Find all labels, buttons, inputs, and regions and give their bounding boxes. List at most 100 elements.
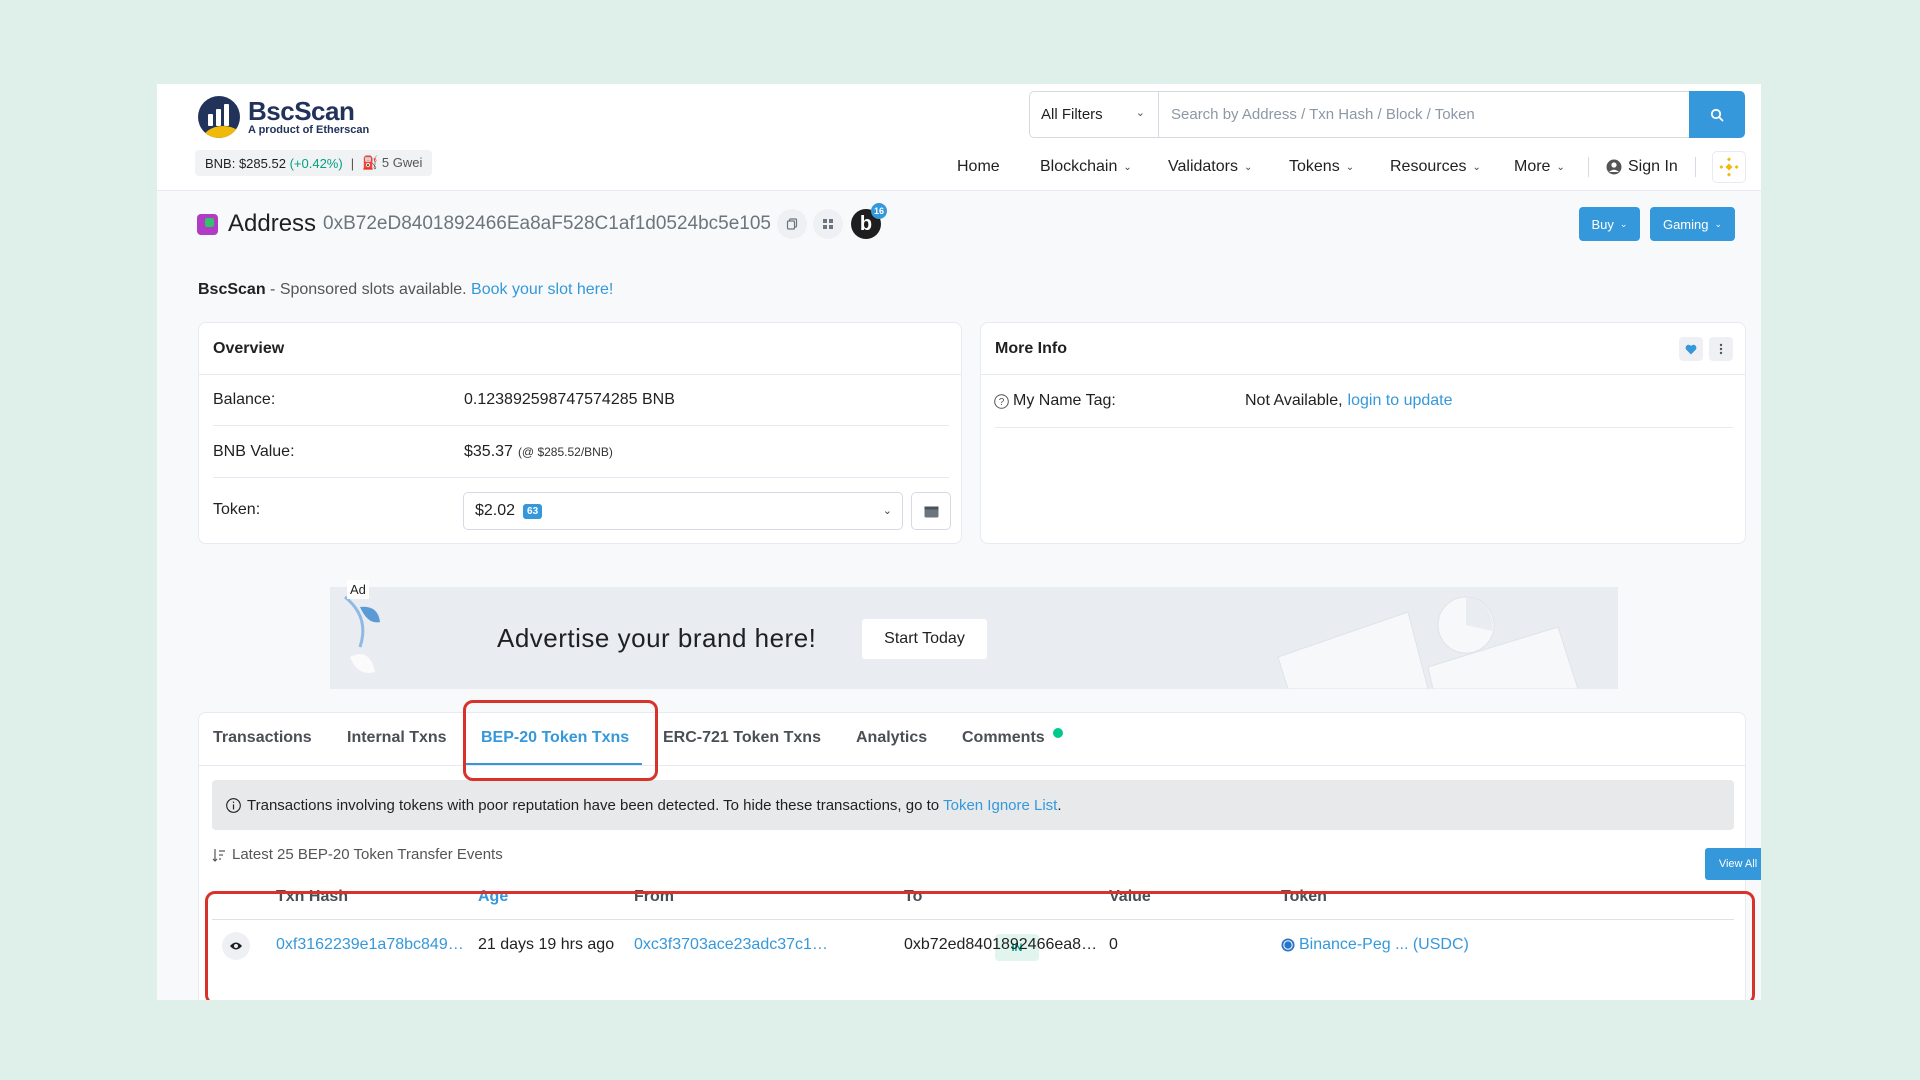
gas-pump-icon: ⛽ bbox=[362, 155, 379, 170]
price-separator: | bbox=[350, 155, 355, 171]
nav-tokens[interactable]: Tokens ⌄ bbox=[1289, 152, 1354, 182]
bnb-price-change: (+0.42%) bbox=[289, 155, 343, 171]
bscscan-logo-icon bbox=[198, 96, 240, 138]
chevron-down-icon: ⌄ bbox=[1714, 218, 1723, 229]
token-value: $2.02 bbox=[475, 502, 516, 519]
nav-validators[interactable]: Validators ⌄ bbox=[1168, 152, 1252, 182]
more-options-button[interactable] bbox=[1709, 337, 1733, 361]
tab-comments[interactable]: Comments bbox=[962, 729, 1045, 747]
ad-leaf-graphic bbox=[344, 595, 380, 673]
tab-transactions[interactable]: Transactions bbox=[213, 729, 312, 747]
tab-internal-txns[interactable]: Internal Txns bbox=[347, 729, 447, 747]
bscscan-logo[interactable]: BscScan A product of Etherscan bbox=[198, 96, 369, 138]
nav-blockchain[interactable]: Blockchain ⌄ bbox=[1040, 152, 1132, 182]
nav-resources[interactable]: Resources ⌄ bbox=[1390, 152, 1481, 182]
logo-tagline: A product of Etherscan bbox=[248, 123, 370, 136]
more-info-card: More Info ? My Name Tag: Not Available, bbox=[980, 322, 1746, 544]
bnb-value-row: BNB Value: $35.37 (@ $285.52/BNB) bbox=[213, 443, 613, 461]
tab-erc721-token-txns[interactable]: ERC-721 Token Txns bbox=[663, 729, 821, 747]
nav-validators-label: Validators bbox=[1168, 158, 1238, 175]
price-bar: BNB: $285.52 (+0.42%) | ⛽ 5 Gwei bbox=[195, 150, 433, 176]
chevron-down-icon: ⌄ bbox=[882, 505, 892, 517]
blockscan-letter: b bbox=[859, 212, 873, 235]
gas-price[interactable]: ⛽ 5 Gwei bbox=[362, 155, 422, 171]
tab-analytics[interactable]: Analytics bbox=[856, 729, 927, 747]
sponsored-text: - Sponsored slots available. bbox=[265, 281, 472, 298]
gaming-label: Gaming bbox=[1662, 216, 1709, 232]
divider bbox=[213, 477, 949, 478]
copy-address-button[interactable] bbox=[777, 209, 807, 239]
heart-icon bbox=[1685, 344, 1697, 354]
nav-more-label: More bbox=[1514, 158, 1551, 175]
bnb-value-amount: $35.37 bbox=[464, 443, 513, 460]
message-count-badge: 16 bbox=[871, 203, 887, 219]
qr-code-button[interactable] bbox=[813, 209, 843, 239]
info-circle-icon bbox=[226, 797, 241, 813]
chevron-down-icon: ⌄ bbox=[1135, 107, 1145, 119]
search-input[interactable]: Search by Address / Txn Hash / Block / T… bbox=[1158, 91, 1690, 138]
sort-list-icon bbox=[212, 848, 225, 862]
address-hash: 0xB72eD8401892466Ea8aF528C1af1d0524bc5e1… bbox=[323, 213, 771, 234]
address-tabs: Transactions Internal Txns BEP-20 Token … bbox=[199, 713, 1745, 766]
divider bbox=[995, 427, 1733, 428]
nav-home[interactable]: Home bbox=[957, 152, 1000, 182]
buy-button[interactable]: Buy ⌄ bbox=[1579, 207, 1640, 241]
bnb-logo-icon bbox=[1719, 157, 1739, 177]
ad-illustration bbox=[1277, 596, 1579, 689]
chevron-down-icon: ⌄ bbox=[1123, 161, 1132, 173]
divider bbox=[213, 425, 949, 426]
nav-divider bbox=[1588, 157, 1589, 177]
token-ignore-list-link[interactable]: Token Ignore List bbox=[943, 797, 1057, 814]
comments-status-dot bbox=[1053, 728, 1063, 738]
gaming-button[interactable]: Gaming ⌄ bbox=[1650, 207, 1735, 241]
bnb-value-label: BNB Value: bbox=[213, 443, 295, 460]
sponsored-brand: BscScan bbox=[198, 281, 266, 298]
login-to-update-link[interactable]: login to update bbox=[1348, 392, 1453, 410]
blockscan-chat-button[interactable]: b 16 bbox=[851, 203, 887, 239]
sign-in-link[interactable]: Sign In bbox=[1606, 152, 1678, 182]
bnb-network-button[interactable] bbox=[1712, 151, 1746, 183]
table-caption: Latest 25 BEP-20 Token Transfer Events bbox=[212, 846, 503, 863]
nav-more[interactable]: More ⌄ bbox=[1514, 152, 1565, 182]
question-circle-icon: ? bbox=[994, 393, 1009, 409]
alert-text: Transactions involving tokens with poor … bbox=[247, 796, 940, 814]
search-button[interactable] bbox=[1689, 91, 1745, 138]
sign-in-label: Sign In bbox=[1628, 158, 1678, 175]
nav-home-label: Home bbox=[957, 158, 1000, 175]
search-icon bbox=[1710, 108, 1724, 121]
chevron-down-icon: ⌄ bbox=[1472, 161, 1481, 173]
balance-value: 0.123892598747574285 BNB bbox=[464, 391, 675, 408]
kebab-menu-icon bbox=[1719, 343, 1723, 355]
balance-label: Balance: bbox=[213, 391, 276, 408]
ad-banner[interactable]: Advertise your brand here! Start Today bbox=[330, 587, 1618, 689]
gas-price-value: 5 Gwei bbox=[381, 155, 423, 170]
token-wallet-button[interactable] bbox=[911, 492, 951, 530]
book-slot-link[interactable]: Book your slot here! bbox=[471, 281, 613, 298]
nav-divider bbox=[1695, 157, 1696, 177]
user-circle-icon bbox=[1606, 159, 1622, 175]
search-filter-label: All Filters bbox=[1041, 106, 1103, 123]
token-holdings-dropdown[interactable]: $2.02 63 ⌄ bbox=[463, 492, 903, 530]
name-tag-value: Not Available, bbox=[1245, 392, 1343, 409]
token-count-badge: 63 bbox=[523, 503, 543, 519]
highlight-transfer-table bbox=[205, 891, 1755, 1000]
alert-end: . bbox=[1057, 796, 1062, 814]
bscscan-page: BscScan A product of Etherscan BNB: $285… bbox=[157, 84, 1761, 1000]
search-filter-select[interactable]: All Filters ⌄ bbox=[1029, 91, 1159, 138]
ad-headline: Advertise your brand here! bbox=[497, 623, 817, 653]
more-info-title: More Info bbox=[981, 323, 1745, 375]
sponsored-notice: BscScan - Sponsored slots available. Boo… bbox=[198, 281, 613, 299]
nav-resources-label: Resources bbox=[1390, 158, 1467, 175]
svg-text:?: ? bbox=[999, 397, 1005, 408]
ad-start-today-button[interactable]: Start Today bbox=[862, 619, 987, 659]
copy-icon bbox=[786, 218, 798, 230]
bnb-price[interactable]: BNB: $285.52 bbox=[205, 156, 286, 171]
wallet-icon bbox=[924, 506, 938, 517]
nav-blockchain-label: Blockchain bbox=[1040, 158, 1118, 175]
chevron-down-icon: ⌄ bbox=[1345, 161, 1355, 173]
address-label: Address bbox=[228, 210, 317, 237]
overview-card: Overview Balance: 0.123892598747574285 B… bbox=[198, 322, 962, 544]
site-header: BscScan A product of Etherscan BNB: $285… bbox=[157, 84, 1761, 191]
address-avatar bbox=[197, 213, 218, 235]
favorite-button[interactable] bbox=[1679, 337, 1703, 361]
